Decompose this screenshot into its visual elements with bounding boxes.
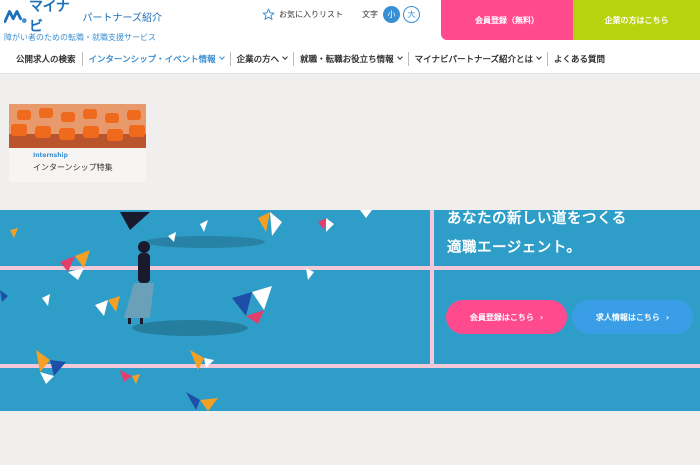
nav-item-about[interactable]: マイナビパートナーズ紹介とは	[407, 51, 547, 66]
page: マイナビ パートナーズ紹介 障がい者のための転職・就職支援サービス お気に入りリ…	[0, 0, 700, 465]
card-thumbnail-image	[9, 104, 146, 148]
nav-item-faq[interactable]: よくある質問	[547, 51, 611, 66]
global-nav: 公開求人の検索 インターンシップ・イベント情報 企業の方へ 就職・転職お役立ち情…	[0, 44, 700, 74]
chevron-down-icon	[218, 54, 225, 60]
nav-label: 就職・転職お役立ち情報	[300, 54, 394, 65]
hero-headline-line2: 適職エージェント。	[447, 240, 582, 256]
card-english-label: Internship	[33, 152, 68, 159]
nav-label: よくある質問	[554, 54, 606, 65]
internship-feature-card[interactable]: Internship インターンシップ特集	[9, 104, 146, 182]
hero-jobs-label: 求人情報はこちら	[595, 312, 660, 322]
hero-headline: あなたの新しい道をつくる 適職エージェント。	[447, 210, 627, 263]
site-logo[interactable]: マイナビ パートナーズ紹介 障がい者のための転職・就職支援サービス	[4, 0, 163, 44]
arrow-right-icon: ›	[539, 312, 544, 322]
favorites-label: お気に入りリスト	[279, 10, 343, 19]
logo-tagline: 障がい者のための転職・就職支援サービス	[4, 33, 156, 42]
chairs-illustration	[9, 104, 146, 148]
hero-register-button[interactable]: 会員登録はこちら ›	[446, 300, 567, 334]
nav-label: マイナビパートナーズ紹介とは	[414, 54, 534, 65]
mynavi-logo-icon	[4, 10, 27, 23]
chevron-down-icon	[396, 54, 403, 60]
hero-jobs-button[interactable]: 求人情報はこちら ›	[572, 300, 693, 334]
font-large-button[interactable]: 大	[403, 6, 420, 23]
register-button[interactable]: 会員登録（無料）	[441, 0, 573, 40]
star-icon	[262, 8, 275, 20]
chevron-down-icon	[536, 54, 542, 60]
card-title: インターンシップ特集	[33, 163, 113, 172]
site-header: マイナビ パートナーズ紹介 障がい者のための転職・就職支援サービス お気に入りリ…	[0, 0, 700, 44]
nav-label: インターンシップ・イベント情報	[88, 54, 216, 65]
nav-label: 公開求人の検索	[16, 54, 76, 65]
font-size-switcher: 文字 小 大	[362, 6, 423, 23]
favorites-link[interactable]: お気に入りリスト	[262, 8, 343, 21]
arrow-right-icon: ›	[665, 312, 670, 322]
font-size-label: 文字	[362, 10, 378, 19]
chevron-down-icon	[282, 54, 288, 60]
nav-item-for-companies[interactable]: 企業の方へ	[229, 51, 294, 66]
hero-headline-line1: あなたの新しい道をつくる	[447, 211, 627, 227]
hero-register-label: 会員登録はこちら	[469, 312, 534, 322]
company-link-button[interactable]: 企業の方はこちら	[573, 0, 700, 40]
nav-item-internship-events[interactable]: インターンシップ・イベント情報	[81, 51, 230, 66]
nav-label: 企業の方へ	[236, 54, 280, 65]
nav-item-career-tips[interactable]: 就職・転職お役立ち情報	[293, 51, 408, 66]
logo-sub-text: パートナーズ紹介	[82, 12, 163, 24]
hero-banner: あなたの新しい道をつくる 適職エージェント。 会員登録はこちら › 求人情報はこ…	[0, 210, 700, 411]
logo-brand-text: マイナビ	[28, 0, 70, 35]
font-small-button[interactable]: 小	[383, 6, 400, 23]
card-body: Internship インターンシップ特集	[9, 148, 146, 177]
nav-item-job-search[interactable]: 公開求人の検索	[10, 52, 82, 66]
